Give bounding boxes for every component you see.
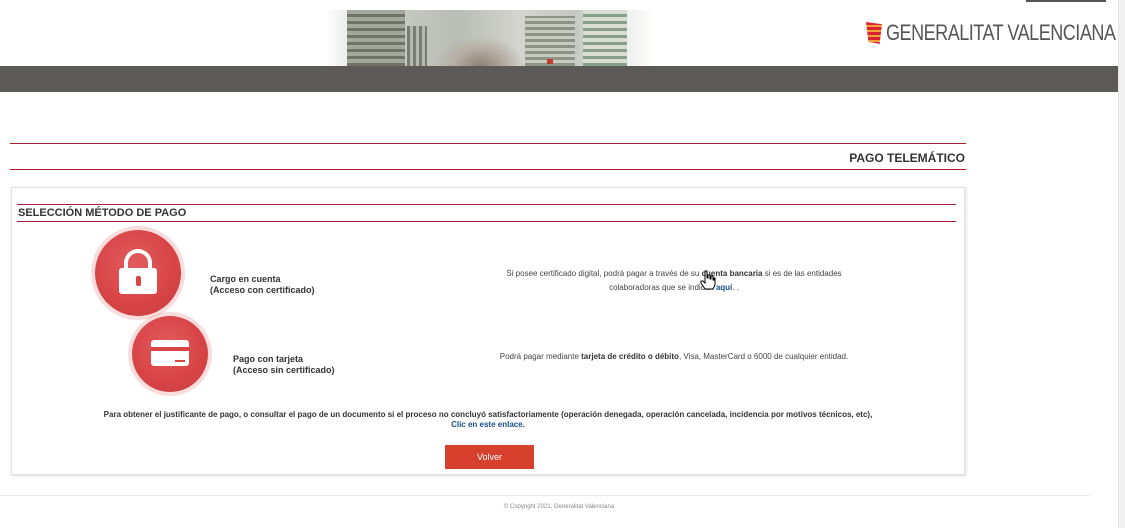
banner-building xyxy=(347,10,405,66)
generalitat-logo[interactable]: GENERALITAT VALENCIANA xyxy=(866,18,1116,48)
copyright-text: © Copyright 2021, Generalitat Valenciana xyxy=(503,504,615,510)
banner-building xyxy=(583,10,627,66)
lock-icon-body xyxy=(119,268,157,294)
page-title: PAGO TELEMÁTICO xyxy=(849,151,965,165)
divider xyxy=(10,143,966,144)
banner-tree xyxy=(435,36,525,66)
header-top-line xyxy=(1026,0,1106,2)
card-payment-description: Podrá pagar mediante tarjeta de crédito … xyxy=(499,352,849,361)
header: GENERALITAT VALENCIANA xyxy=(0,0,1118,66)
entities-link[interactable]: aquí xyxy=(716,283,732,292)
banner-building xyxy=(407,26,427,66)
hand-cursor-icon xyxy=(700,270,716,290)
account-charge-sublabel[interactable]: (Acceso con certificado) xyxy=(210,285,315,296)
footer-divider xyxy=(0,495,1090,496)
card-payment-label[interactable]: Pago con tarjeta xyxy=(233,354,303,365)
logo-text: GENERALITAT VALENCIANA xyxy=(886,20,1116,45)
divider xyxy=(10,169,966,170)
section-title: SELECCIÓN MÉTODO DE PAGO xyxy=(18,207,187,219)
divider xyxy=(17,221,956,222)
divider xyxy=(17,204,956,205)
credit-card-icon xyxy=(151,340,189,366)
generalitat-flag-icon xyxy=(866,22,882,44)
account-charge-option-button[interactable] xyxy=(95,230,181,316)
card-payment-option-button[interactable] xyxy=(132,316,208,392)
payment-method-panel: SELECCIÓN MÉTODO DE PAGO Cargo en cuenta… xyxy=(11,187,965,475)
header-banner-image xyxy=(325,10,655,66)
banner-detail xyxy=(547,59,553,64)
account-charge-label[interactable]: Cargo en cuenta xyxy=(210,274,281,285)
receipt-link[interactable]: Clic en este enlace. xyxy=(12,420,964,429)
receipt-notice: Para obtener el justificante de pago, o … xyxy=(103,410,873,419)
account-charge-description: Si posee certificado digital, podrá paga… xyxy=(506,269,842,292)
navigation-bar xyxy=(0,66,1118,92)
back-button[interactable]: Volver xyxy=(445,445,534,469)
card-payment-sublabel[interactable]: (Acceso sin certificado) xyxy=(233,365,335,376)
scrollbar[interactable] xyxy=(1118,0,1125,528)
